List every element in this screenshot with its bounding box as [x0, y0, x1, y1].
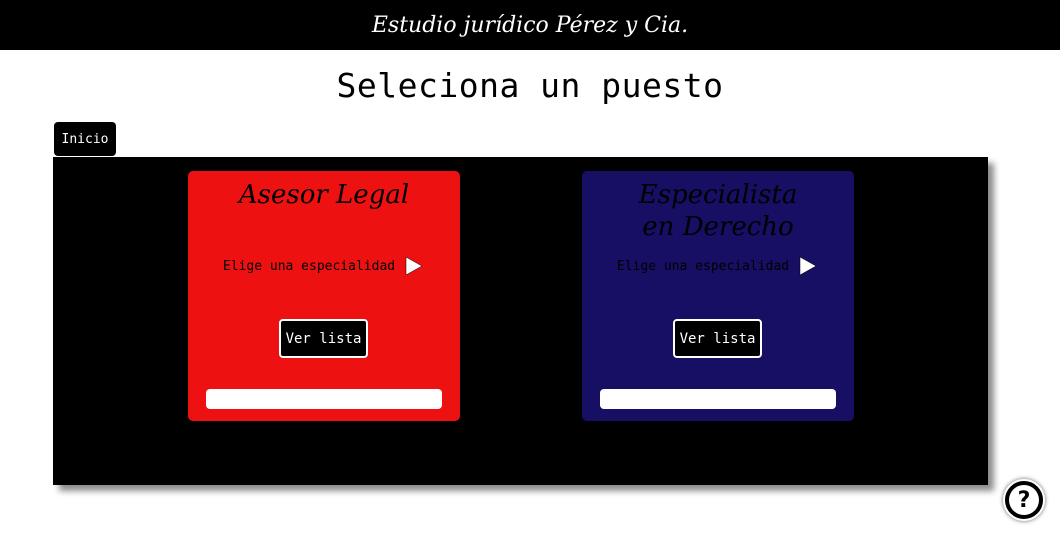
- view-list-button[interactable]: Ver lista: [673, 319, 762, 358]
- page-title: Seleciona un puesto: [336, 66, 724, 105]
- specialty-selector[interactable]: Elige una especialidad: [582, 255, 854, 277]
- specialty-label: Elige una especialidad: [222, 258, 396, 274]
- cards-panel: Asesor Legal Elige una especialidad Ver …: [53, 157, 988, 485]
- specialty-label: Elige una especialidad: [616, 258, 790, 274]
- view-list-button[interactable]: Ver lista: [279, 319, 368, 358]
- question-mark-icon: ?: [1009, 485, 1039, 515]
- play-icon[interactable]: [797, 255, 819, 277]
- play-icon[interactable]: [403, 255, 425, 277]
- header-bar: Estudio jurídico Pérez y Cia.: [0, 0, 1060, 50]
- card-asesor-legal: Asesor Legal Elige una especialidad Ver …: [188, 171, 460, 421]
- card-especialista-derecho: Especialista en Derecho Elige una especi…: [582, 171, 854, 421]
- help-button[interactable]: ?: [1003, 479, 1045, 521]
- card-title: Especialista en Derecho: [638, 180, 798, 242]
- home-button[interactable]: Inicio: [54, 122, 116, 156]
- specialty-selector[interactable]: Elige una especialidad: [188, 255, 460, 277]
- progress-bar: [600, 389, 836, 409]
- progress-bar: [206, 389, 442, 409]
- card-title: Asesor Legal: [238, 180, 410, 210]
- site-title: Estudio jurídico Pérez y Cia.: [371, 12, 689, 38]
